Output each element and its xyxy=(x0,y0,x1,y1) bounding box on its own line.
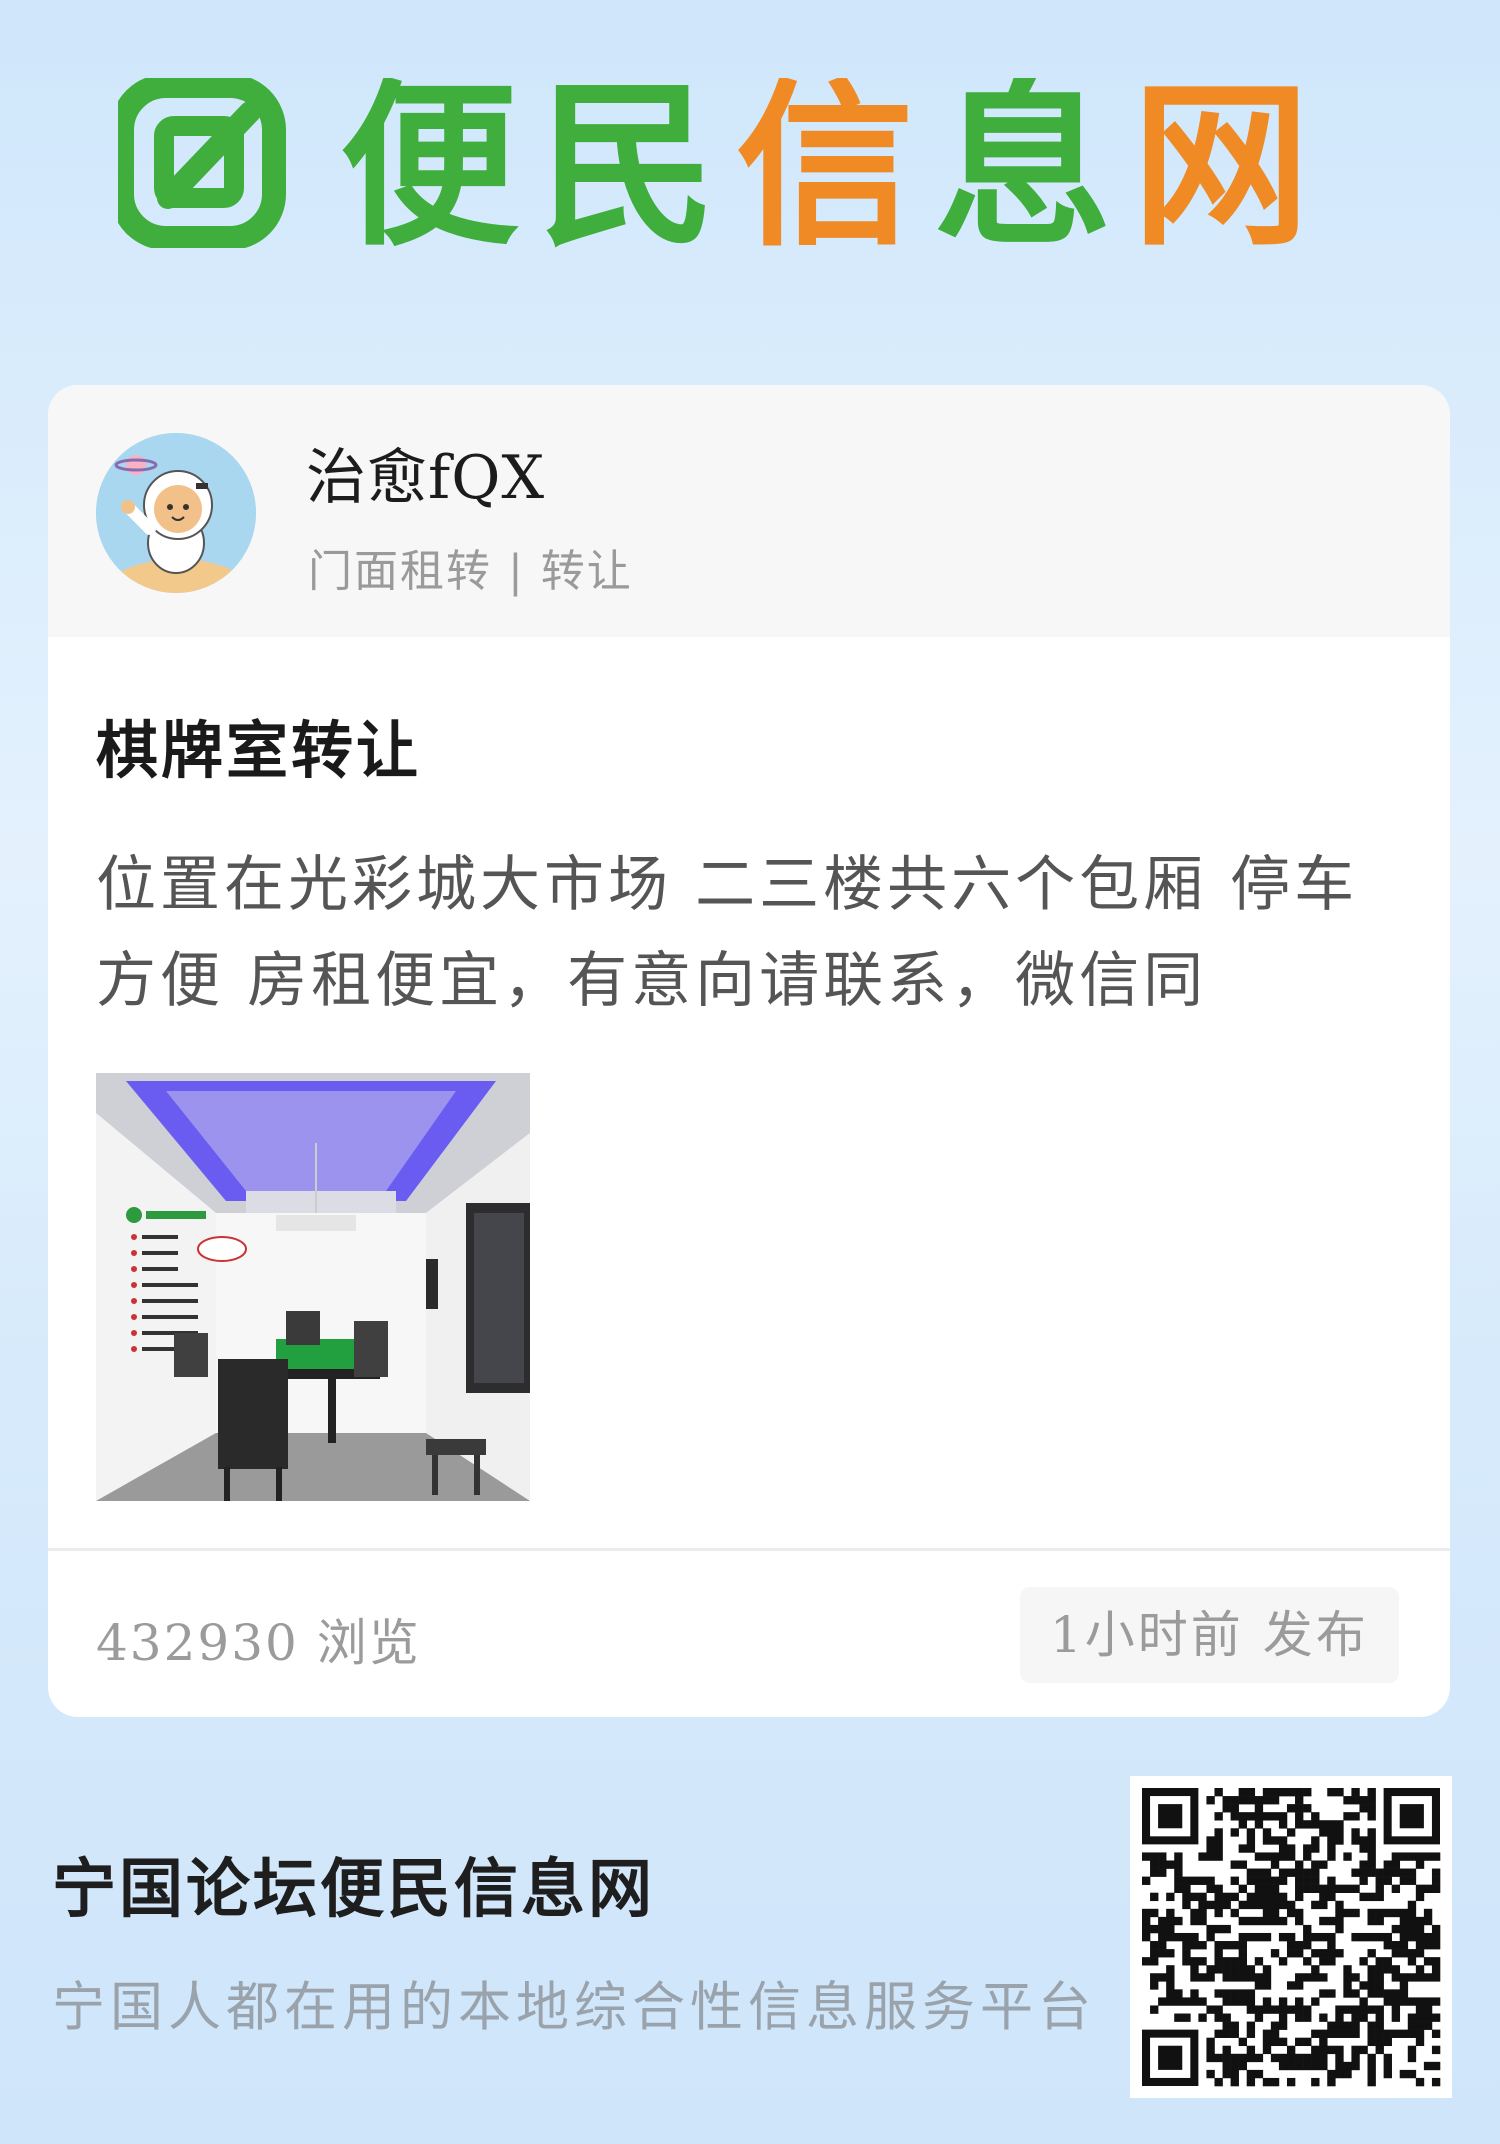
qr-code[interactable] xyxy=(1130,1776,1452,2098)
svg-text:息: 息 xyxy=(934,78,1112,248)
svg-text:民: 民 xyxy=(538,78,716,248)
post-title: 棋牌室转让 xyxy=(96,714,422,787)
svg-text:便: 便 xyxy=(340,78,519,248)
mahjong-room-photo xyxy=(96,1073,530,1501)
footer-title: 宁国论坛便民信息网 xyxy=(52,1852,655,1927)
view-count: 432930 浏览 xyxy=(96,1614,421,1672)
astronaut-avatar xyxy=(96,433,256,593)
footer-subtitle: 宁国人都在用的本地综合性信息服务平台 xyxy=(52,1977,1096,2038)
author-name[interactable]: 治愈fQX xyxy=(306,429,545,516)
post-card[interactable]: 治愈fQX 门面租转 | 转让 棋牌室转让 位置在光彩城大市场 二三楼共六个包厢… xyxy=(48,385,1450,1717)
svg-text:网: 网 xyxy=(1132,78,1310,248)
logo-badge-icon xyxy=(110,74,286,250)
post-header: 治愈fQX 门面租转 | 转让 xyxy=(48,385,1450,637)
logo-text: 便 民 信 息 网 xyxy=(340,63,1310,270)
post-photo[interactable] xyxy=(96,1073,530,1501)
publish-time-badge: 1小时前 发布 xyxy=(1020,1587,1399,1683)
post-content: 位置在光彩城大市场 二三楼共六个包厢 停车方便 房租便宜，有意向请联系，微信同 xyxy=(96,850,1359,1016)
author-avatar[interactable] xyxy=(96,433,256,593)
logo-graphic: 便 民 信 息 网 xyxy=(110,63,1310,270)
site-logo[interactable]: 便 民 信 息 网 xyxy=(110,63,1388,270)
svg-text:信: 信 xyxy=(736,78,914,248)
card-divider xyxy=(48,1548,1450,1551)
post-category[interactable]: 门面租转 | 转让 xyxy=(308,535,633,599)
qr-code-icon xyxy=(1130,1776,1452,2098)
